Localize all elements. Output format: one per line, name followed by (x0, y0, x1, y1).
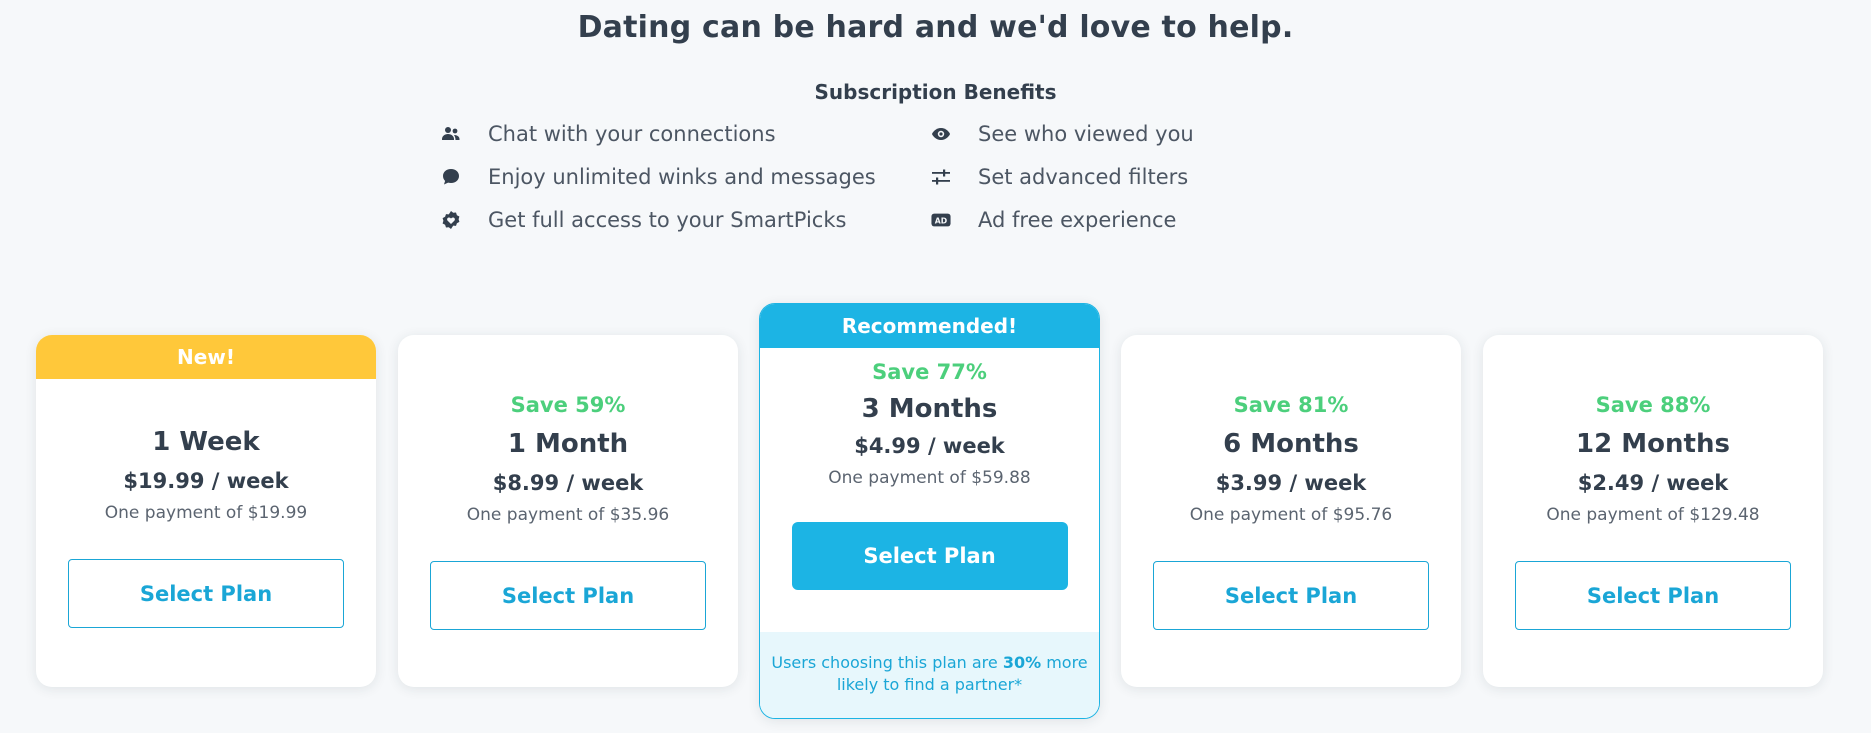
select-plan-button[interactable]: Select Plan (1515, 561, 1791, 630)
select-plan-button[interactable]: Select Plan (430, 561, 706, 630)
select-plan-button[interactable]: Select Plan (1153, 561, 1429, 630)
benefit-label: Get full access to your SmartPicks (488, 208, 847, 232)
plan-card-3-months: Recommended! Save 77% 3 Months $4.99 / w… (759, 303, 1100, 719)
page-headline: Dating can be hard and we'd love to help… (577, 10, 1294, 45)
plan-card-1-month: Save 59% 1 Month $8.99 / week One paymen… (398, 335, 738, 687)
save-label: Save 88% (1595, 393, 1711, 417)
ad-icon: AD (930, 209, 952, 231)
plan-price: $8.99 / week (492, 471, 644, 495)
eye-icon (930, 123, 952, 145)
plan-payment: One payment of $59.88 (828, 468, 1031, 488)
people-icon (440, 123, 462, 145)
sliders-icon (930, 166, 952, 188)
benefit-item-winks: Enjoy unlimited winks and messages (440, 165, 876, 189)
benefit-item-chat: Chat with your connections (440, 122, 776, 146)
benefits-list: Chat with your connections Enjoy unlimit… (440, 120, 1230, 260)
benefit-item-ad-free: AD Ad free experience (930, 208, 1176, 232)
plan-payment: One payment of $129.48 (1546, 505, 1760, 525)
plan-card-1-week: New! 1 Week $19.99 / week One payment of… (36, 335, 376, 687)
benefit-label: Enjoy unlimited winks and messages (488, 165, 876, 189)
benefit-item-filters: Set advanced filters (930, 165, 1188, 189)
plan-duration: 1 Week (152, 427, 260, 457)
plan-card-12-months: Save 88% 12 Months $2.49 / week One paym… (1483, 335, 1823, 687)
benefits-title: Subscription Benefits (814, 80, 1057, 104)
svg-text:AD: AD (935, 217, 947, 226)
plan-duration: 1 Month (507, 429, 629, 459)
recommended-footnote: Users choosing this plan are 30% more li… (760, 632, 1099, 718)
benefit-label: See who viewed you (978, 122, 1194, 146)
save-label: Save 81% (1233, 393, 1349, 417)
plan-duration: 12 Months (1576, 429, 1730, 459)
plan-price: $2.49 / week (1577, 471, 1729, 495)
footnote-text: Users choosing this plan are (771, 653, 1003, 672)
new-badge: New! (36, 335, 376, 379)
chat-bubble-icon (440, 166, 462, 188)
plan-payment: One payment of $95.76 (1189, 505, 1393, 525)
footnote-percent: 30% (1002, 653, 1042, 672)
plan-duration: 6 Months (1223, 429, 1359, 459)
benefit-item-viewers: See who viewed you (930, 122, 1194, 146)
plan-duration: 3 Months (861, 394, 998, 424)
benefit-label: Chat with your connections (488, 122, 776, 146)
plan-card-6-months: Save 81% 6 Months $3.99 / week One payme… (1121, 335, 1461, 687)
recommended-badge: Recommended! (760, 304, 1099, 348)
select-plan-button[interactable]: Select Plan (68, 559, 344, 628)
plan-price: $3.99 / week (1215, 471, 1367, 495)
plan-payment: One payment of $35.96 (466, 505, 670, 525)
benefit-label: Set advanced filters (978, 165, 1189, 189)
select-plan-button[interactable]: Select Plan (791, 522, 1068, 590)
subscription-page: Dating can be hard and we'd love to help… (0, 0, 1871, 733)
plan-price: $4.99 / week (854, 434, 1005, 458)
plan-payment: One payment of $19.99 (104, 503, 308, 523)
plan-price: $19.99 / week (123, 469, 289, 493)
smartpicks-heart-icon (440, 209, 462, 231)
benefit-label: Ad free experience (978, 208, 1177, 232)
benefit-item-smartpicks: Get full access to your SmartPicks (440, 208, 846, 232)
save-label: Save 59% (510, 393, 626, 417)
save-label: Save 77% (872, 360, 987, 384)
